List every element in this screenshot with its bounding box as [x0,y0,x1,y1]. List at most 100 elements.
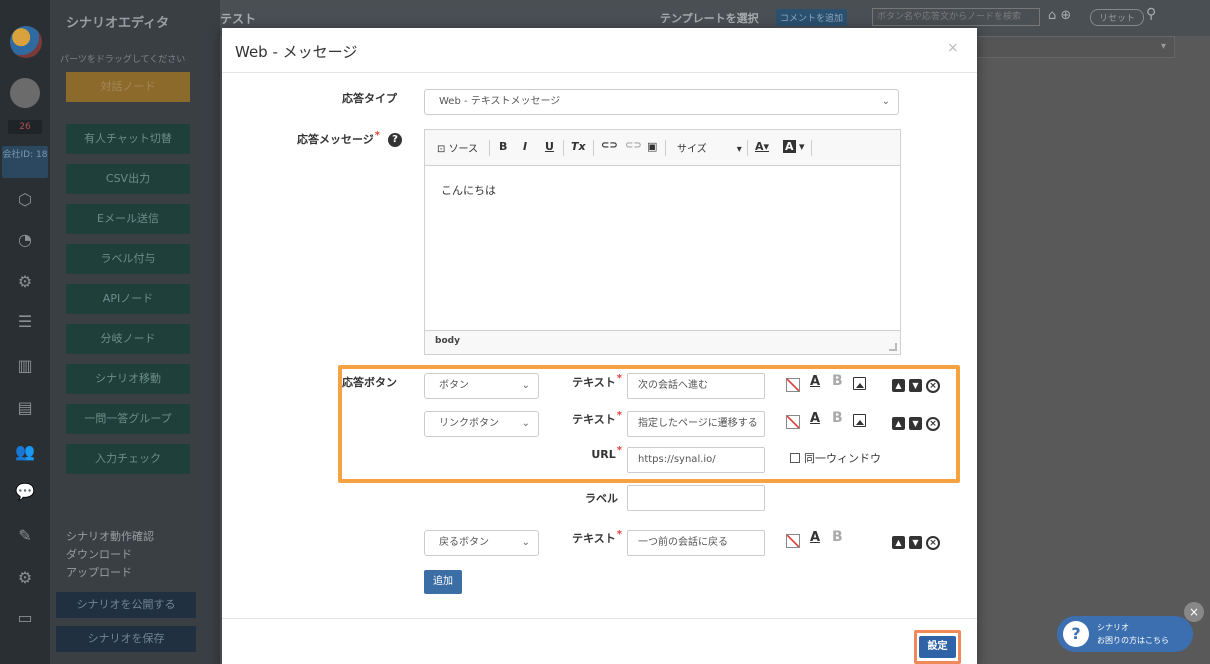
button-text-input-1[interactable]: 次の会話へ進む [627,373,765,399]
node-dialog[interactable]: 対話ノード [66,72,190,102]
response-type-select[interactable]: Web - テキストメッセージ ⌄ [424,89,899,115]
close-icon[interactable]: × [947,40,959,56]
delete-icon[interactable]: × [926,536,940,550]
node-label[interactable]: ラベル付与 [66,244,190,274]
help-line-2: お困りの方はこちら [1097,636,1169,645]
template-select[interactable]: テンプレートを選択 [660,10,759,26]
move-down-icon[interactable]: ▼ [909,417,922,430]
chat-icon[interactable]: 💬 [13,480,37,504]
back-button-text-input[interactable]: 一つ前の会話に戻る [627,530,765,556]
delete-icon[interactable]: × [926,379,940,393]
editor-toolbar: ⊡ ソース B I U Tx ⊂⊃ ⊂⊃ ▣ サイズ ▾ A▾ A ▾ [425,130,900,166]
move-up-icon[interactable]: ▲ [892,536,905,549]
settings-icon[interactable]: ⚙ [13,566,37,590]
font-color-button[interactable]: A▾ [755,140,769,153]
button-text-input-2[interactable]: 指定したページに遷移する [627,411,765,437]
bg-color-button[interactable]: A [783,140,796,153]
underline-button[interactable]: U [545,140,554,153]
unlink-icon[interactable]: ⊂⊃ [625,140,642,151]
link-scenario-test[interactable]: シナリオ動作確認 [66,528,154,544]
bg-color-dropdown[interactable]: ▾ [799,140,805,153]
node-api[interactable]: APIノード [66,284,190,314]
node-email[interactable]: Eメール送信 [66,204,190,234]
no-color-icon[interactable] [786,415,800,429]
help-icon[interactable]: ? [388,133,402,147]
bold-icon[interactable]: B [832,410,843,426]
notification-badge: 26 [8,120,42,134]
dashboard-icon[interactable]: ◔ [13,228,37,252]
modal-footer [222,618,977,664]
button-type-select-1[interactable]: ボタン ⌄ [424,373,539,399]
image-icon[interactable]: ▣ [647,140,657,153]
text-label-back: テキスト* [572,529,622,545]
response-message-label: 応答メッセージ*? [262,130,402,147]
avatar[interactable] [10,78,40,108]
scenario-select[interactable]: ▾ [975,36,1175,58]
node-human-chat[interactable]: 有人チャット切替 [66,124,190,154]
editor-content[interactable]: こんにちは [441,182,496,198]
move-up-icon[interactable]: ▲ [892,417,905,430]
link-download[interactable]: ダウンロード [66,546,132,562]
company-id-badge: 会社ID: 18 [2,146,48,178]
no-color-icon[interactable] [786,378,800,392]
chevron-down-icon: ⌄ [521,380,530,391]
node-search-input[interactable]: ボタン名や応答文からノードを検索 [872,8,1040,26]
add-button[interactable]: 追加 [424,570,462,594]
home-icon[interactable]: ⌂ ⊕ [1048,8,1071,23]
label-input[interactable] [627,485,765,511]
font-color-icon[interactable]: A [810,530,820,545]
help-bubble[interactable]: ? シナリオ お困りの方はこちら [1057,616,1193,652]
node-csv[interactable]: CSV出力 [66,164,190,194]
palette-hint: パーツをドラッグしてください [60,55,186,65]
label-label: ラベル [585,492,618,505]
link-icon[interactable]: ⊂⊃ [601,140,618,151]
move-up-icon[interactable]: ▲ [892,379,905,392]
image-icon[interactable] [853,377,866,390]
scenario-name: テスト [220,12,257,26]
inbox-icon[interactable]: ▭ [13,606,37,630]
reset-button[interactable]: リセット [1090,9,1145,26]
resize-handle[interactable] [889,343,897,351]
node-branch[interactable]: 分岐ノード [66,324,190,354]
move-down-icon[interactable]: ▼ [909,379,922,392]
cube-icon[interactable]: ⬡ [13,188,37,212]
save-scenario-button[interactable]: シナリオを保存 [56,626,196,652]
font-color-icon[interactable]: A [810,374,820,389]
users-icon[interactable]: 👥 [13,440,37,464]
link-upload[interactable]: アップロード [66,564,132,580]
font-size-select[interactable]: サイズ ▾ [677,140,742,155]
response-type-label: 応答タイプ [342,92,397,105]
chart-icon[interactable]: ▥ [13,354,37,378]
italic-button[interactable]: I [523,140,527,153]
chevron-down-icon: ⌄ [521,418,530,429]
button-type-select-2[interactable]: リンクボタン ⌄ [424,411,539,437]
help-close-icon[interactable]: × [1184,602,1204,622]
delete-icon[interactable]: × [926,417,940,431]
submit-button[interactable]: 設定 [919,636,956,658]
url-input[interactable]: https://synal.io/ [627,447,765,473]
table-icon[interactable]: ▤ [13,396,37,420]
same-window-checkbox[interactable]: 同一ウィンドウ [790,450,881,466]
search-icon[interactable]: ⚲ [1146,6,1156,22]
bold-icon[interactable]: B [832,529,843,545]
remove-format-button[interactable]: Tx [571,140,586,153]
bold-icon[interactable]: B [832,373,843,389]
checkbox-icon[interactable] [790,453,800,463]
gear-icon[interactable]: ⚙ [13,270,37,294]
edit-icon[interactable]: ✎ [13,524,37,548]
publish-button[interactable]: シナリオを公開する [56,592,196,618]
back-button-type-select[interactable]: 戻るボタン ⌄ [424,530,539,556]
list-icon[interactable]: ☰ [13,310,37,334]
node-scenario-move[interactable]: シナリオ移動 [66,364,190,394]
node-faq-group[interactable]: 一問一答グループ [66,404,190,434]
font-color-icon[interactable]: A [810,411,820,426]
bold-button[interactable]: B [499,140,507,153]
icon-sidebar: 26 会社ID: 18 ⬡ ◔ ⚙ ☰ ▥ ▤ 👥 💬 ✎ ⚙ ▭ [0,0,50,664]
no-color-icon[interactable] [786,534,800,548]
source-button[interactable]: ⊡ ソース [437,140,478,155]
move-down-icon[interactable]: ▼ [909,536,922,549]
editor-path: body [435,336,460,346]
image-icon[interactable] [853,414,866,427]
add-comment-button[interactable]: コメントを追加 [776,9,848,26]
node-input-check[interactable]: 入力チェック [66,444,190,474]
